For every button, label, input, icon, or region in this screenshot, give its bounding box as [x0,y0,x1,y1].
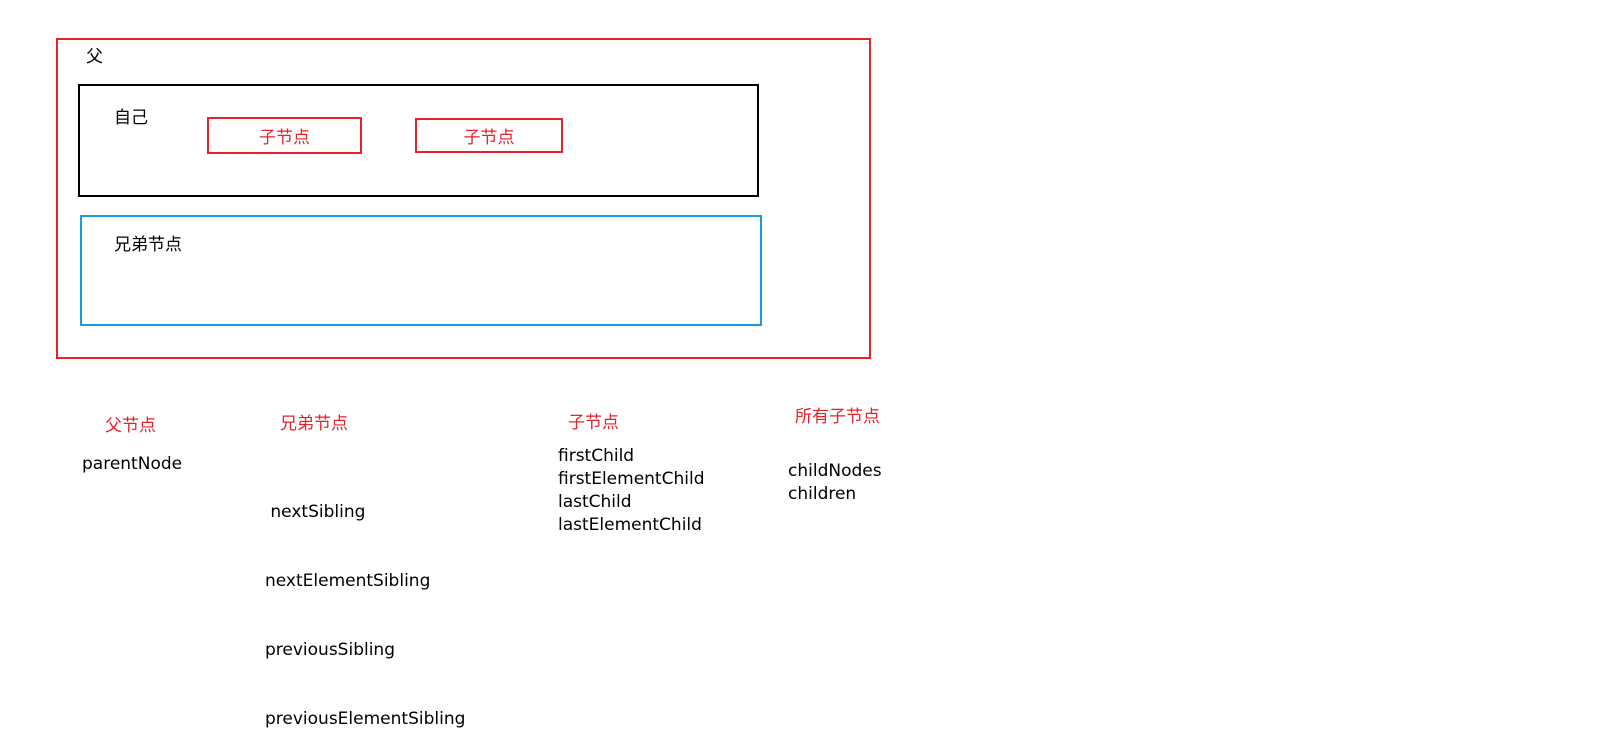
property-item: firstChild [558,446,635,466]
child-node-label: 子节点 [259,128,310,148]
self-box-label: 自己 [114,108,148,128]
property-item: firstElementChild [558,469,705,489]
property-item: childNodes [788,461,882,481]
child-node-box: 子节点 [415,118,563,153]
property-item: parentNode [82,454,183,474]
child-node-label: 子节点 [463,128,515,148]
property-item: lastChild [558,492,632,512]
sibling-node-box [80,215,762,326]
property-item: lastElementChild [558,515,702,535]
siblings-property-list: nextSibling nextElementSibling previousS… [265,455,465,754]
property-item: nextElementSibling [265,571,431,591]
parent-box-label: 父 [86,47,103,67]
child-node-box: 子节点 [207,117,362,154]
property-item: nextSibling [265,502,366,522]
all-children-heading: 所有子节点 [795,407,880,427]
children-property-list: firstChild firstElementChild lastChild l… [558,445,704,537]
property-item: previousElementSibling [265,709,466,729]
children-heading: 子节点 [568,413,619,433]
parent-property-list: parentNode [82,453,182,476]
property-item: previousSibling [265,640,395,660]
parent-heading: 父节点 [105,416,156,436]
property-item: children [788,484,857,504]
all-children-property-list: childNodes children [788,460,882,506]
sibling-box-label: 兄弟节点 [114,235,182,255]
siblings-heading: 兄弟节点 [280,414,348,434]
